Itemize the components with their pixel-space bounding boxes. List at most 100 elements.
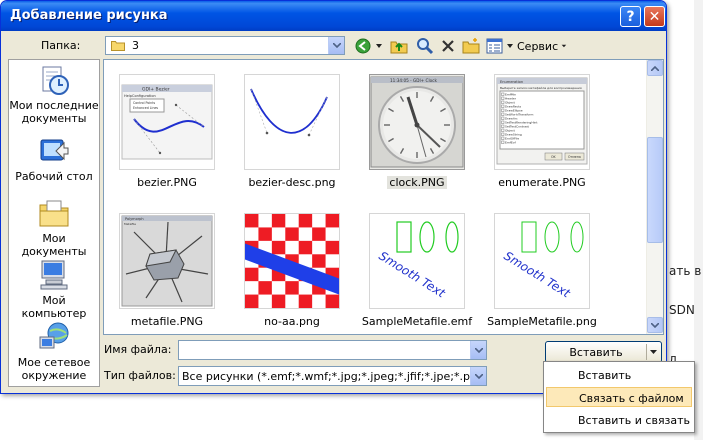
chevron-down-icon (561, 44, 567, 48)
insert-button-label: Вставить (569, 346, 623, 359)
enumerate-heading: Выберите записи метафайла для воспроизве… (500, 86, 582, 90)
file-thumbnail-bezier-desc[interactable] (244, 74, 340, 170)
filename-label: Имя файла: (104, 343, 172, 356)
file-name[interactable]: bezier-desc.png (222, 176, 362, 189)
place-label: Мой компьютер (21, 294, 87, 320)
network-icon (39, 322, 69, 349)
folder-icon (111, 41, 125, 51)
background-document (694, 0, 703, 440)
search-web-button[interactable] (414, 36, 436, 56)
menu-item-label: Вставить и связать (578, 414, 691, 427)
checker-cell (325, 240, 339, 255)
bezier-preview: GDI+ Bezier Help Configuration Control P… (120, 75, 214, 169)
filetype-select[interactable]: Все рисунки (*.emf;*.wmf;*.jpg;*.jpeg;*.… (178, 366, 487, 386)
checker-cell (312, 227, 326, 241)
insert-picture-dialog: Добавление рисунка ? ✕ Папка: 3 Сервис М… (0, 0, 667, 394)
file-name[interactable]: clock.PNG (347, 176, 487, 189)
metafile-menu: Metafile (124, 222, 136, 226)
checker-cell (258, 281, 272, 295)
checker-cell (325, 214, 339, 228)
service-menu-button[interactable]: Сервис (517, 36, 567, 56)
views-button[interactable] (485, 36, 515, 56)
place-recent-documents[interactable]: Мои последние документы (9, 64, 99, 125)
folder-label: Папка: (41, 39, 81, 52)
place-label: Мои последние документы (9, 99, 99, 125)
chevron-down-icon[interactable] (470, 341, 486, 359)
folder-combo[interactable]: 3 (105, 36, 345, 55)
samplemetafile-emf-preview: Smooth Text (370, 214, 464, 308)
clock-window-title: 11:34:05 - GDI+ Clock (390, 78, 437, 83)
samplemetafile-png-preview: Smooth Text (495, 214, 589, 308)
checker-cell (312, 254, 326, 268)
recent-docs-icon (42, 66, 69, 95)
filename-input[interactable] (178, 340, 487, 360)
place-label: Мои документы (21, 232, 87, 258)
bezier-desc-preview (245, 75, 339, 169)
service-label: Сервис (517, 39, 559, 53)
insert-options-menu: Вставить Связать с файлом Вставить и свя… (543, 361, 695, 433)
menu-item-insert[interactable]: Вставить (546, 365, 692, 385)
checker-cell (298, 294, 313, 308)
file-name[interactable]: SampleMetafile.emf (347, 315, 487, 328)
file-thumbnail-samplemetafile-emf[interactable]: Smooth Text (369, 213, 465, 309)
insert-button[interactable]: Вставить (545, 341, 662, 363)
scroll-thumb[interactable] (647, 137, 663, 243)
my-computer-icon (40, 260, 68, 290)
chevron-down-icon (649, 350, 657, 354)
bezier-window-title: GDI+ Bezier (142, 87, 170, 93)
file-thumbnail-samplemetafile-png[interactable]: Smooth Text (494, 213, 590, 309)
checker-cell (271, 294, 286, 308)
checker-cell (298, 240, 313, 255)
desktop-icon (40, 139, 69, 161)
filetype-value: Все рисунки (*.emf;*.wmf;*.jpg;*.jpeg;*.… (182, 370, 472, 383)
file-thumbnail-clock[interactable]: 11:34:05 - GDI+ Clock (369, 74, 465, 170)
file-thumbnail-no-aa[interactable] (244, 213, 340, 309)
place-label: Мое сетевое окружение (17, 356, 91, 382)
menu-item-link-to-file[interactable]: Связать с файлом (546, 387, 692, 407)
up-folder-button[interactable] (388, 36, 410, 56)
file-list[interactable]: GDI+ Bezier Help Configuration Control P… (103, 59, 664, 335)
file-name[interactable]: bezier.PNG (97, 176, 237, 189)
place-my-documents[interactable]: Мои документы (9, 197, 99, 258)
new-folder-icon (462, 38, 480, 54)
vertical-scrollbar[interactable] (646, 60, 663, 334)
insert-options-arrow[interactable] (646, 344, 659, 360)
place-network[interactable]: Мое сетевое окружение (9, 321, 99, 382)
title-bar[interactable]: Добавление рисунка ? ✕ (1, 1, 666, 31)
file-thumbnail-bezier[interactable]: GDI+ Bezier Help Configuration Control P… (119, 74, 215, 170)
checker-cell (271, 214, 286, 228)
checker-cell (245, 214, 259, 228)
close-button[interactable]: ✕ (644, 6, 665, 27)
new-folder-button[interactable] (460, 36, 482, 56)
file-name[interactable]: metafile.PNG (97, 315, 237, 328)
checker-cell (271, 240, 286, 255)
background-text-2: SDN (669, 303, 695, 317)
back-icon (355, 38, 382, 54)
place-my-computer[interactable]: Мой компьютер (9, 259, 99, 320)
scroll-up-button[interactable] (647, 60, 663, 76)
bezier-menu-item-1: Control Points (133, 101, 155, 105)
enumerate-window-title: Enumeration (500, 80, 523, 84)
scroll-down-button[interactable] (647, 317, 663, 333)
help-button[interactable]: ? (620, 6, 641, 27)
back-button[interactable] (354, 36, 384, 56)
checker-cell (258, 227, 272, 241)
places-bar: Мои последние документы Рабочий стол Мои… (8, 59, 100, 387)
menu-item-label: Связать с файлом (579, 392, 684, 405)
file-name[interactable]: no-aa.png (222, 315, 362, 328)
background-text-1: ать в о (669, 264, 703, 278)
menu-item-insert-and-link[interactable]: Вставить и связать (546, 410, 692, 430)
file-name[interactable]: enumerate.PNG (472, 176, 612, 189)
file-thumbnail-metafile[interactable]: Polymorph Metafile (119, 213, 215, 309)
chevron-up-icon (651, 65, 659, 71)
clock-preview: 11:34:05 - GDI+ Clock (370, 76, 464, 168)
file-name[interactable]: SampleMetafile.png (472, 315, 612, 328)
file-thumbnail-enumerate[interactable]: Enumeration Выберите записи метафайла дл… (494, 74, 590, 170)
chevron-down-icon[interactable] (328, 37, 344, 54)
place-desktop[interactable]: Рабочий стол (9, 135, 99, 183)
chevron-down-icon[interactable] (470, 367, 486, 385)
dialog-title: Добавление рисунка (10, 8, 168, 23)
enumerate-preview: Enumeration Выберите записи метафайла дл… (495, 75, 589, 169)
enumerate-record: EmfEof (505, 141, 517, 145)
delete-button[interactable] (438, 36, 458, 56)
